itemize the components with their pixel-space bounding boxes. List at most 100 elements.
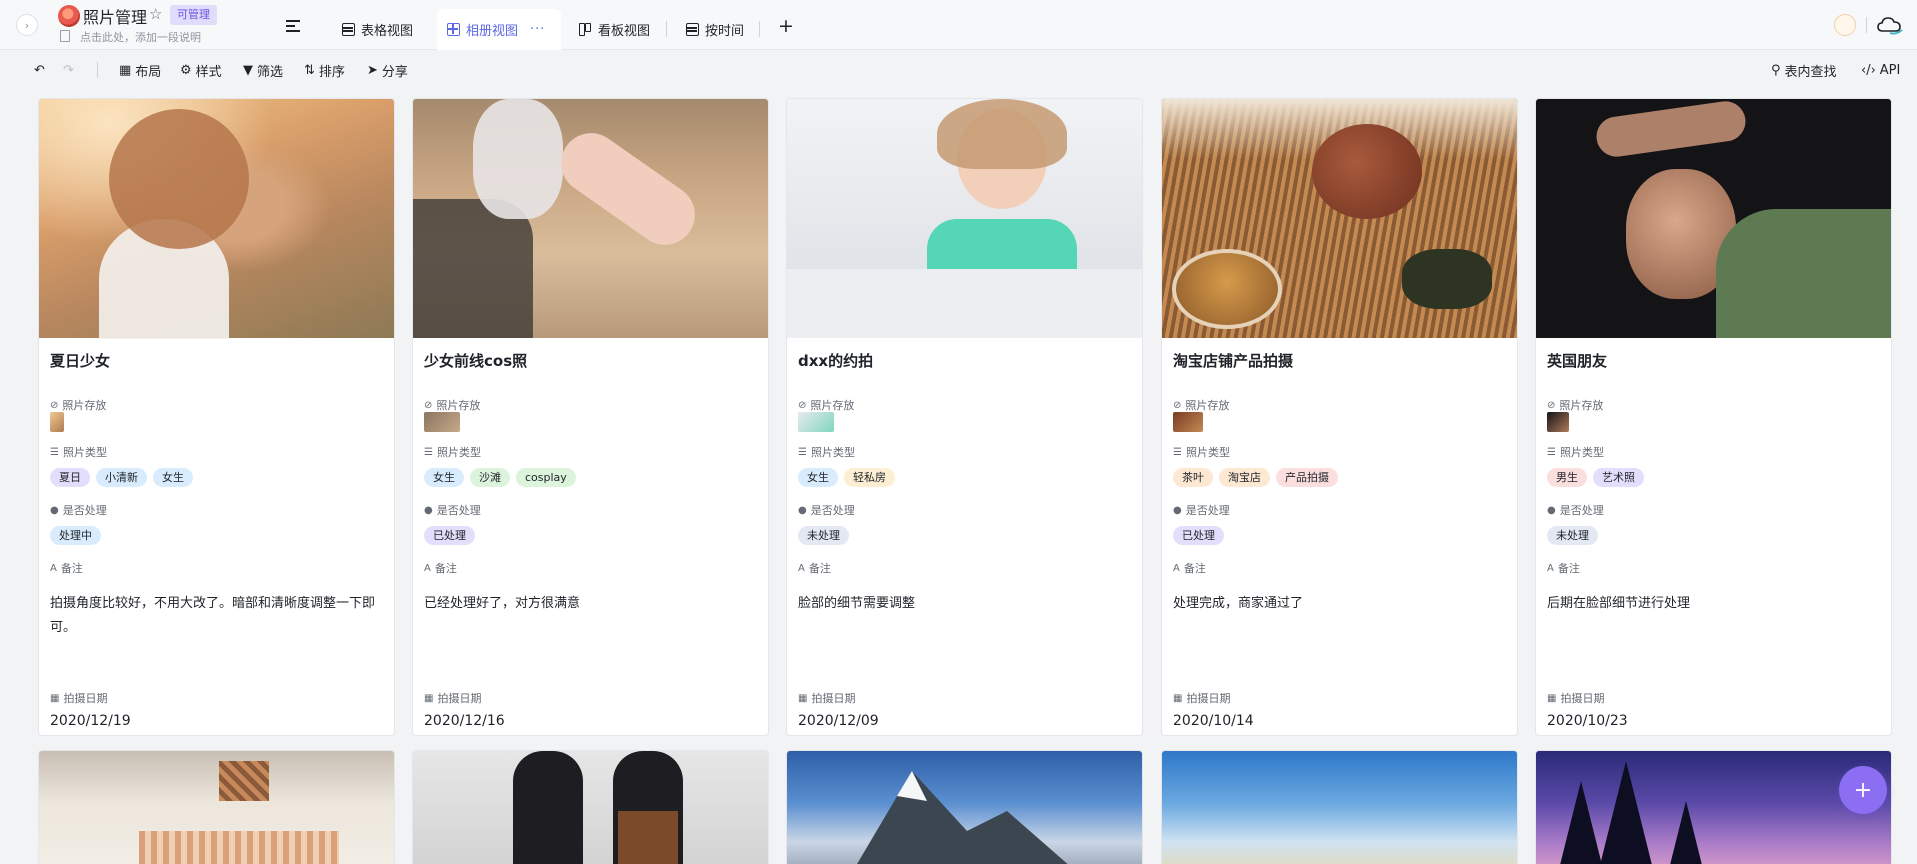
style-button[interactable]: ⚙ 样式	[180, 50, 222, 90]
style-label: 样式	[195, 64, 222, 80]
field-label-date: ▦ 拍摄日期	[1547, 692, 1605, 705]
card-note: 拍摄角度比较好，不用大改了。暗部和清晰度调整一下即可。	[50, 596, 376, 635]
gallery-card[interactable]	[412, 750, 769, 864]
card-cover-image	[39, 99, 394, 339]
avatar[interactable]	[1834, 14, 1856, 36]
list-icon: ☰	[50, 446, 59, 458]
redo-button[interactable]: ↷	[63, 50, 74, 90]
calendar-icon: ▦	[50, 692, 60, 704]
field-label-date: ▦ 拍摄日期	[50, 692, 108, 705]
card-cover-image	[1162, 751, 1517, 864]
tag: 茶叶	[1173, 468, 1213, 487]
tab-divider	[666, 21, 667, 37]
menu-icon[interactable]	[286, 20, 300, 32]
card-cover-image	[1536, 99, 1891, 338]
card-date: 2020/12/16	[424, 713, 505, 729]
tag: 轻私房	[844, 468, 895, 487]
expand-sidebar-button[interactable]: ›	[16, 14, 38, 36]
cloud-icon[interactable]	[1876, 14, 1904, 36]
photo-thumbnail[interactable]	[50, 412, 64, 432]
attachment-icon: ⊘	[424, 399, 433, 411]
card-cover-image	[787, 99, 1142, 338]
photo-thumbnail[interactable]	[1173, 412, 1203, 432]
tag: 沙滩	[470, 468, 510, 487]
share-label: 分享	[381, 64, 408, 80]
sort-button[interactable]: ⇅ 排序	[304, 50, 345, 90]
sort-label: 排序	[318, 64, 345, 80]
tag: 女生	[798, 468, 838, 487]
attachment-icon: ⊘	[50, 399, 59, 411]
tab-table-view[interactable]: 表格视图	[332, 9, 423, 50]
field-label-type: ☰ 照片类型	[798, 446, 855, 459]
field-label-status: ● 是否处理	[1547, 504, 1604, 517]
calendar-icon: ▦	[424, 692, 434, 704]
text-icon: A	[424, 562, 431, 574]
toolbar-divider	[97, 62, 98, 78]
more-icon[interactable]: ···	[530, 22, 545, 37]
text-icon: A	[1547, 562, 1554, 574]
gallery-card[interactable]: 英国朋友 ⊘ 照片存放 ☰ 照片类型 男生 艺术照 ● 是否处理 未处理 A 备注 后期…	[1535, 98, 1892, 736]
sort-icon: ⇅	[304, 62, 315, 78]
description-field[interactable]: 点击此处，添加一段说明	[80, 29, 201, 45]
field-label-type: ☰ 照片类型	[1547, 446, 1604, 459]
card-date: 2020/12/19	[50, 713, 131, 729]
field-label-photo: ⊘ 照片存放	[1547, 399, 1604, 412]
table-search-button[interactable]: ⚲ 表内查找	[1771, 50, 1837, 90]
tag: cosplay	[516, 468, 576, 487]
photo-thumbnail[interactable]	[1547, 412, 1569, 432]
status-icon: ●	[424, 504, 433, 516]
tab-kanban-view[interactable]: 看板视图	[569, 9, 660, 50]
filter-button[interactable]: ▼ 筛选	[243, 50, 283, 90]
tag-list: 夏日 小清新 女生	[50, 468, 193, 487]
table-icon	[686, 23, 699, 36]
card-note: 已经处理好了，对方很满意	[424, 596, 581, 611]
status-badge: 已处理	[1173, 526, 1224, 545]
card-note: 脸部的细节需要调整	[798, 596, 916, 611]
tab-timeline-view[interactable]: 按时间	[676, 9, 754, 50]
photo-thumbnail[interactable]	[798, 412, 834, 432]
star-icon[interactable]: ☆	[149, 5, 162, 23]
card-title: 淘宝店铺产品拍摄	[1173, 352, 1294, 370]
gallery-card[interactable]	[786, 750, 1143, 864]
gallery-card[interactable]: 夏日少女 ⊘ 照片存放 ☰ 照片类型 夏日 小清新 女生 ● 是否处理 处理中 A 备注…	[38, 98, 395, 736]
tag: 男生	[1547, 468, 1587, 487]
api-button[interactable]: ‹/› API	[1861, 50, 1900, 90]
card-title: 少女前线cos照	[424, 352, 528, 370]
photo-thumbnail[interactable]	[424, 412, 460, 432]
status-icon: ●	[50, 504, 59, 516]
calendar-icon: ▦	[1173, 692, 1183, 704]
share-button[interactable]: ➤ 分享	[367, 50, 408, 90]
card-date: 2020/10/23	[1547, 713, 1628, 729]
layout-button[interactable]: ▦ 布局	[119, 50, 161, 90]
code-icon: ‹/›	[1861, 62, 1876, 78]
field-label-status: ● 是否处理	[798, 504, 855, 517]
gear-icon: ⚙	[180, 62, 192, 78]
gallery-card[interactable]	[38, 750, 395, 864]
tab-gallery-view[interactable]: 相册视图 ···	[437, 9, 561, 50]
tag-list: 女生 沙滩 cosplay	[424, 468, 576, 487]
api-label: API	[1879, 62, 1901, 78]
field-label-date: ▦ 拍摄日期	[1173, 692, 1231, 705]
kanban-icon	[579, 23, 592, 36]
status-icon: ●	[1173, 504, 1182, 516]
undo-button[interactable]: ↶	[34, 50, 45, 90]
tab-label: 表格视图	[361, 24, 414, 39]
status-badge: 未处理	[798, 526, 849, 545]
gallery-card[interactable]	[1161, 750, 1518, 864]
undo-icon: ↶	[34, 62, 45, 78]
list-icon: ☰	[798, 446, 807, 458]
gallery-card[interactable]: 淘宝店铺产品拍摄 ⊘ 照片存放 ☰ 照片类型 茶叶 淘宝店 产品拍摄 ● 是否处理 已…	[1161, 98, 1518, 736]
list-icon: ☰	[1547, 446, 1556, 458]
card-note: 处理完成，商家通过了	[1173, 596, 1304, 611]
card-title: 夏日少女	[50, 352, 111, 370]
add-record-button[interactable]: +	[1839, 766, 1887, 814]
card-title: 英国朋友	[1547, 352, 1608, 370]
gallery-card[interactable]: 少女前线cos照 ⊘ 照片存放 ☰ 照片类型 女生 沙滩 cosplay ● 是否处理…	[412, 98, 769, 736]
field-label-notes: A 备注	[1547, 562, 1580, 575]
attachment-icon: ⊘	[1173, 399, 1182, 411]
gallery-card[interactable]: dxx的约拍 ⊘ 照片存放 ☰ 照片类型 女生 轻私房 ● 是否处理 未处理 A 备注 …	[786, 98, 1143, 736]
gallery-card[interactable]	[1535, 750, 1892, 864]
view-toolbar: ↶ ↷ ▦ 布局 ⚙ 样式 ▼ 筛选 ⇅ 排序 ➤ 分享 ⚲ 表内查找 ‹/› …	[0, 50, 1917, 90]
field-label-date: ▦ 拍摄日期	[798, 692, 856, 705]
add-view-button[interactable]: +	[778, 15, 794, 37]
